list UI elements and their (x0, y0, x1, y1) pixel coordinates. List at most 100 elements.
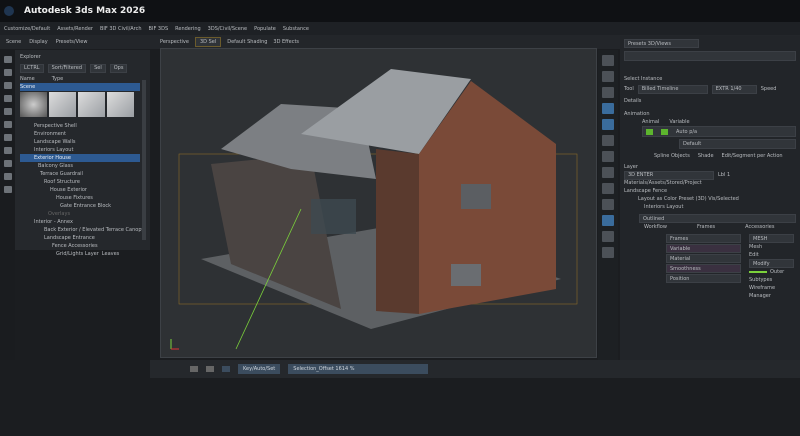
list-item[interactable]: Wireframe (749, 284, 794, 292)
menu-item[interactable]: BIF 3DS (149, 26, 169, 32)
play-icon[interactable] (190, 366, 198, 372)
menu-item[interactable]: Assets/Render (57, 26, 93, 32)
list-item[interactable]: Outer (770, 269, 784, 275)
move-tool-icon[interactable] (3, 69, 12, 76)
list-item[interactable]: Subtypes (749, 276, 794, 284)
tree-item[interactable]: Landscape Entrance (20, 234, 140, 242)
variable-field[interactable]: Variable (666, 244, 741, 253)
sort-dropdown[interactable]: Sort/Filtered (47, 63, 87, 73)
filter-field[interactable]: LCTRL (20, 63, 44, 73)
tab-display[interactable]: Display (29, 39, 47, 45)
material-swatch-icon (661, 128, 668, 135)
modify-icon[interactable] (602, 103, 614, 114)
tree-item[interactable]: Landscape Walls (20, 138, 140, 146)
scrollbar[interactable] (142, 80, 146, 240)
tree-item[interactable]: Overlays (20, 210, 140, 218)
ops-button[interactable]: Ops (109, 63, 128, 73)
select-tool-icon[interactable] (3, 56, 12, 63)
tree-item-selected[interactable]: Exterior House (20, 154, 140, 162)
preset-dropdown[interactable]: Presets 3D/Views (624, 39, 699, 48)
link-icon[interactable] (602, 71, 614, 82)
tree-item[interactable]: Interior - Annex (20, 218, 140, 226)
image-icon[interactable] (602, 199, 614, 210)
tab-variable[interactable]: Variable (669, 119, 689, 125)
menu-item[interactable]: BIF 3D Civil/Arch (100, 26, 142, 32)
list-item[interactable]: Manager (749, 292, 794, 300)
tree-item[interactable]: House Fixtures (20, 194, 140, 202)
window-icon[interactable] (602, 231, 614, 242)
menu-item[interactable]: 3DS/Civil/Scene (208, 26, 247, 32)
video-icon[interactable] (3, 173, 12, 180)
tab-presets[interactable]: Presets/View (56, 39, 88, 45)
smoothness-field[interactable]: Smoothness (666, 264, 741, 273)
key-icon[interactable] (206, 366, 214, 372)
thumbnail[interactable] (20, 92, 47, 117)
display-icon[interactable] (602, 87, 614, 98)
tree-item[interactable]: Environment (20, 130, 140, 138)
scene-selector[interactable]: Scene (20, 83, 140, 91)
modify-field[interactable]: Modify (749, 259, 794, 268)
export-icon[interactable] (3, 186, 12, 193)
timeline-dropdown[interactable]: Billed Timeline (637, 84, 708, 94)
tree-item[interactable]: Back Exterior / Elevated Terrace Canopy (20, 226, 144, 234)
layer-dropdown[interactable]: 3D ENTER (624, 170, 714, 180)
camera-icon[interactable] (3, 147, 12, 154)
tree-item[interactable]: Fence Accessories (20, 242, 140, 250)
menu-item[interactable]: Substance (283, 26, 309, 32)
material-field[interactable]: Default (679, 139, 796, 149)
table-icon[interactable] (602, 167, 614, 178)
viewport-tabs: Perspective 3D Sel Default Shading 3D Ef… (160, 36, 300, 48)
sel-button[interactable]: Sel (90, 63, 106, 73)
menu-item[interactable]: Customize/Default (4, 26, 50, 32)
tree-item[interactable]: Grid/Lights Layer Leaves (20, 250, 140, 258)
mode-dropdown[interactable]: Default Shading (227, 39, 267, 45)
tab-animal[interactable]: Animal (642, 119, 659, 125)
auto-key-button[interactable]: Key/Auto/Set (238, 364, 281, 374)
user-icon[interactable] (602, 215, 614, 226)
pencil-icon[interactable] (3, 121, 12, 128)
tree-label: Balcony Glass (38, 163, 73, 169)
position-dropdown[interactable]: Position (666, 274, 741, 283)
info-icon[interactable] (3, 82, 12, 89)
thumbnail[interactable] (107, 92, 134, 117)
material-field[interactable]: Material (666, 254, 741, 263)
grid-icon[interactable] (3, 108, 12, 115)
viewport-label[interactable]: Perspective (160, 39, 189, 45)
effects-button[interactable]: 3D Effects (273, 39, 299, 45)
thumbnail[interactable] (49, 92, 76, 117)
outlined-field[interactable]: Outlined (639, 214, 796, 223)
hierarchy-icon[interactable] (602, 135, 614, 146)
extr-dropdown[interactable]: EXTR 1/40 (711, 84, 757, 94)
layers-icon[interactable] (3, 134, 12, 141)
list-item[interactable]: Interiors Layout (644, 204, 683, 210)
viewport-perspective[interactable] (160, 48, 597, 358)
tree-item[interactable]: Gate Entrance Block (20, 202, 140, 210)
menu-item[interactable]: Rendering (175, 26, 201, 32)
list-item[interactable]: Layout as Color Preset (3D) Vis/Selected (638, 196, 739, 202)
mesh-dropdown[interactable]: MESH (749, 234, 794, 243)
pin-icon[interactable] (602, 247, 614, 258)
sliders-icon[interactable] (602, 151, 614, 162)
briefcase-icon[interactable] (3, 95, 12, 102)
material-row[interactable]: Auto p/a (642, 126, 796, 137)
tree-item[interactable]: Perspective Shell (20, 122, 140, 130)
tree-item[interactable]: Terrace Guardrail (20, 170, 140, 178)
tree-item[interactable]: Interiors Layout (20, 146, 140, 154)
record-icon[interactable] (222, 366, 230, 372)
menu-item[interactable]: Populate (254, 26, 276, 32)
chart-icon[interactable] (602, 183, 614, 194)
search-field[interactable] (624, 51, 796, 61)
thumbnail[interactable] (78, 92, 105, 117)
shading-dropdown[interactable]: 3D Sel (194, 37, 222, 47)
tree-item[interactable]: Roof Structure (20, 178, 140, 186)
tree-item[interactable]: Balcony Glass (20, 162, 140, 170)
list-item[interactable]: Landscape Fence (624, 188, 667, 194)
label: Edit (749, 252, 759, 258)
tab-scene[interactable]: Scene (6, 39, 21, 45)
edit-icon[interactable] (602, 119, 614, 130)
details-button[interactable]: Details (624, 98, 641, 104)
tree-item[interactable]: House Exterior (20, 186, 140, 194)
gear-icon[interactable] (3, 160, 12, 167)
frames-field[interactable]: Frames (666, 234, 741, 243)
grid-icon[interactable] (602, 55, 614, 66)
